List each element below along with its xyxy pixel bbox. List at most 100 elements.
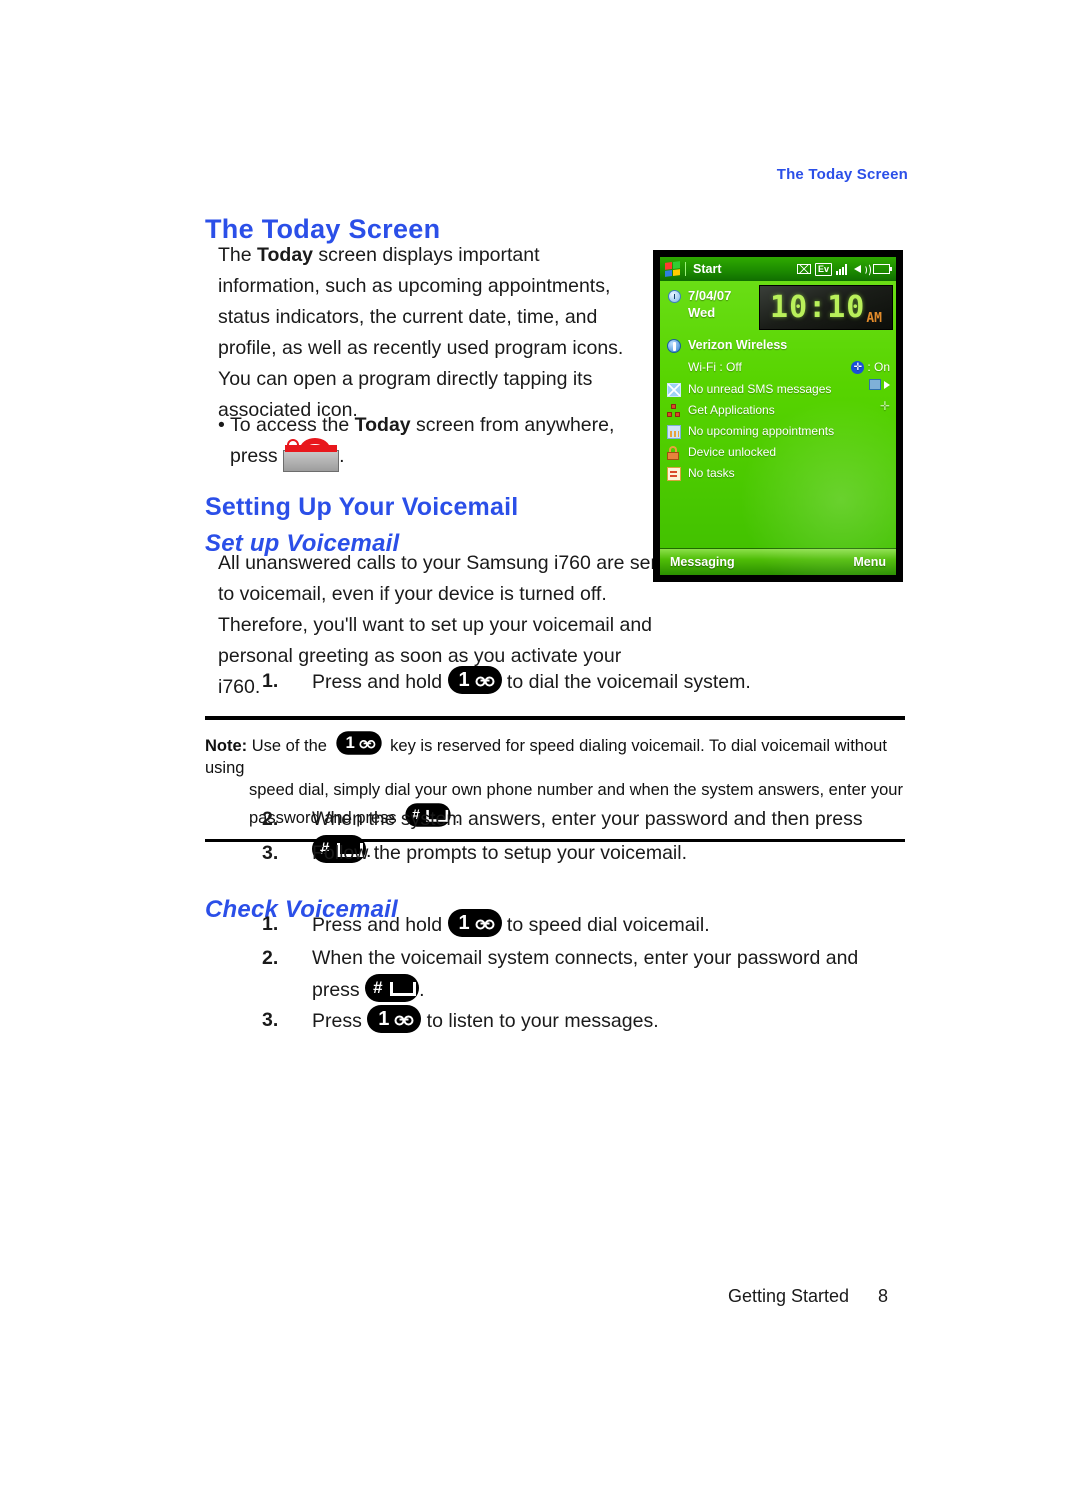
voicemail-tape-icon xyxy=(394,1015,414,1026)
end-call-key-body xyxy=(283,450,340,472)
today-screen-screenshot: Start Ev 7/04/07 Wed 10:10 AM Verizon Wi… xyxy=(653,250,903,582)
row-sms[interactable]: No unread SMS messages xyxy=(660,379,896,400)
clock-icon xyxy=(668,290,681,303)
step-text-after: to dial the voicemail system. xyxy=(501,671,751,693)
intro-text-start: The xyxy=(218,244,258,266)
access-today-bullet: • To access the Today screen from anywhe… xyxy=(218,410,638,472)
step-text-before: When the system answers, enter your pass… xyxy=(312,808,863,830)
bluetooth-icon: ✛ xyxy=(851,361,865,374)
step-text-after: to speed dial voicemail. xyxy=(501,914,710,936)
key-hash-space-icon: # xyxy=(365,974,420,1002)
check-step-2: 2. When the voicemail system connects, e… xyxy=(262,943,902,1006)
setup-step-3: 3. Follow the prompts to setup your voic… xyxy=(262,838,882,869)
check-step-1: 1. Press and hold 1 to speed dial voicem… xyxy=(262,909,882,941)
running-header: The Today Screen xyxy=(776,166,908,183)
clock-row[interactable]: 7/04/07 Wed 10:10 AM xyxy=(660,281,896,335)
wifi-status: Wi-Fi : Off xyxy=(688,360,742,374)
appointments-status: No upcoming appointments xyxy=(688,424,835,438)
note-label: Note: xyxy=(205,737,248,755)
speaker-icon[interactable] xyxy=(854,263,871,277)
space-bar-glyph xyxy=(390,982,417,996)
step-number: 2. xyxy=(262,947,279,969)
note-line-1: Note: Use of the 1 key is reserved for s… xyxy=(205,729,905,779)
end-call-key-icon xyxy=(283,438,340,472)
battery-icon[interactable] xyxy=(873,264,892,274)
step-text: Press 1 to listen to your messages. xyxy=(262,1005,882,1037)
calendar-icon xyxy=(667,425,681,439)
step-text: Follow the prompts to setup your voicema… xyxy=(312,842,687,864)
step-text-before: Press xyxy=(312,1010,368,1032)
intro-text-rest: screen displays important information, s… xyxy=(218,244,624,421)
row-lock[interactable]: Device unlocked xyxy=(660,442,896,463)
key-hash-digit: # xyxy=(373,978,383,997)
key-1-digit: 1 xyxy=(345,733,355,753)
setting-up-voicemail-heading: Setting Up Your Voicemail xyxy=(205,492,519,521)
tasks-status: No tasks xyxy=(688,466,735,480)
sms-status: No unread SMS messages xyxy=(688,382,832,396)
row-wifi[interactable]: Wi-Fi : Off ✛ : On xyxy=(660,357,896,379)
key-1-digit: 1 xyxy=(458,912,470,934)
key-1-digit: 1 xyxy=(378,1008,390,1030)
minus-circle-icon xyxy=(287,439,300,451)
clock-time: 10:10 xyxy=(770,289,866,325)
soft-key-bar: Messaging Menu xyxy=(660,548,896,575)
task-icon xyxy=(667,467,681,481)
move-icon: ✛ xyxy=(879,399,890,413)
date-block: 7/04/07 Wed xyxy=(688,287,731,321)
row-applications[interactable]: Get Applications ✛ xyxy=(660,400,896,421)
row-carrier[interactable]: Verizon Wireless xyxy=(660,335,896,357)
step-text: Press and hold 1 to speed dial voicemail… xyxy=(262,909,882,941)
date-value: 7/04/07 xyxy=(688,288,732,303)
key-1-voicemail-icon: 1 xyxy=(367,1005,422,1033)
step-number: 1. xyxy=(262,913,279,935)
step-number: 3. xyxy=(262,842,279,864)
bluetooth-status: ✛ : On xyxy=(851,357,890,378)
bullet-text: To access the Today screen from anywhere… xyxy=(218,410,638,472)
footer-page-number: 8 xyxy=(878,1286,889,1306)
phone-screen: Start Ev 7/04/07 Wed 10:10 AM Verizon Wi… xyxy=(660,257,896,575)
applications-right: ✛ xyxy=(880,400,890,412)
voicemail-tape-icon xyxy=(475,676,495,687)
bullet-bold-today: Today xyxy=(354,414,411,436)
row-tasks[interactable]: No tasks xyxy=(660,463,896,484)
bullet-period: . xyxy=(339,445,345,467)
bullet-dot: • xyxy=(218,414,225,436)
step-number: 3. xyxy=(262,1009,279,1031)
ev-icon[interactable]: Ev xyxy=(814,262,832,276)
setup-step-1: 1. Press and hold 1 to dial the voicemai… xyxy=(262,666,882,698)
note-line1-a: Use of the xyxy=(247,737,332,755)
arrow-right-icon[interactable] xyxy=(884,380,890,389)
step-text: Press and hold 1 to dial the voicemail s… xyxy=(262,666,882,698)
weekday-value: Wed xyxy=(688,305,716,320)
envelope-icon[interactable] xyxy=(796,264,811,274)
footer-section: Getting Started xyxy=(728,1286,850,1306)
key-1-voicemail-icon: 1 xyxy=(447,909,502,937)
bluetooth-state: : On xyxy=(867,360,890,374)
lock-icon xyxy=(667,446,681,460)
row-appointments[interactable]: No upcoming appointments xyxy=(660,421,896,442)
handset-icon xyxy=(300,438,331,451)
voicemail-tape-icon xyxy=(475,919,495,930)
note-line-2: speed dial, simply dial your own phone n… xyxy=(249,781,903,799)
key-1-digit: 1 xyxy=(458,669,470,691)
lcd-clock: 10:10 AM xyxy=(759,285,893,330)
bullet-lead: To access the xyxy=(230,414,355,436)
softkey-menu[interactable]: Menu xyxy=(853,549,886,575)
step-number: 1. xyxy=(262,670,279,692)
step-text-before: Press and hold xyxy=(312,671,448,693)
step-text-after: to listen to your messages. xyxy=(421,1010,659,1032)
softkey-messaging[interactable]: Messaging xyxy=(670,549,735,575)
intro-paragraph: The Today screen displays important info… xyxy=(218,240,638,426)
carrier-name: Verizon Wireless xyxy=(688,338,788,352)
globe-icon xyxy=(667,339,681,353)
start-menu-label[interactable]: Start xyxy=(685,262,721,276)
intro-bold-today: Today xyxy=(257,244,314,266)
window-icon xyxy=(869,379,881,390)
key-1-voicemail-icon: 1 xyxy=(335,731,382,755)
sms-right-group[interactable] xyxy=(869,379,890,390)
signal-icon[interactable] xyxy=(836,263,850,275)
windows-flag-icon[interactable] xyxy=(665,261,680,277)
step-text-after: . xyxy=(419,979,425,1001)
applications-icon xyxy=(667,404,681,418)
check-step-3: 3. Press 1 to listen to your messages. xyxy=(262,1005,882,1037)
